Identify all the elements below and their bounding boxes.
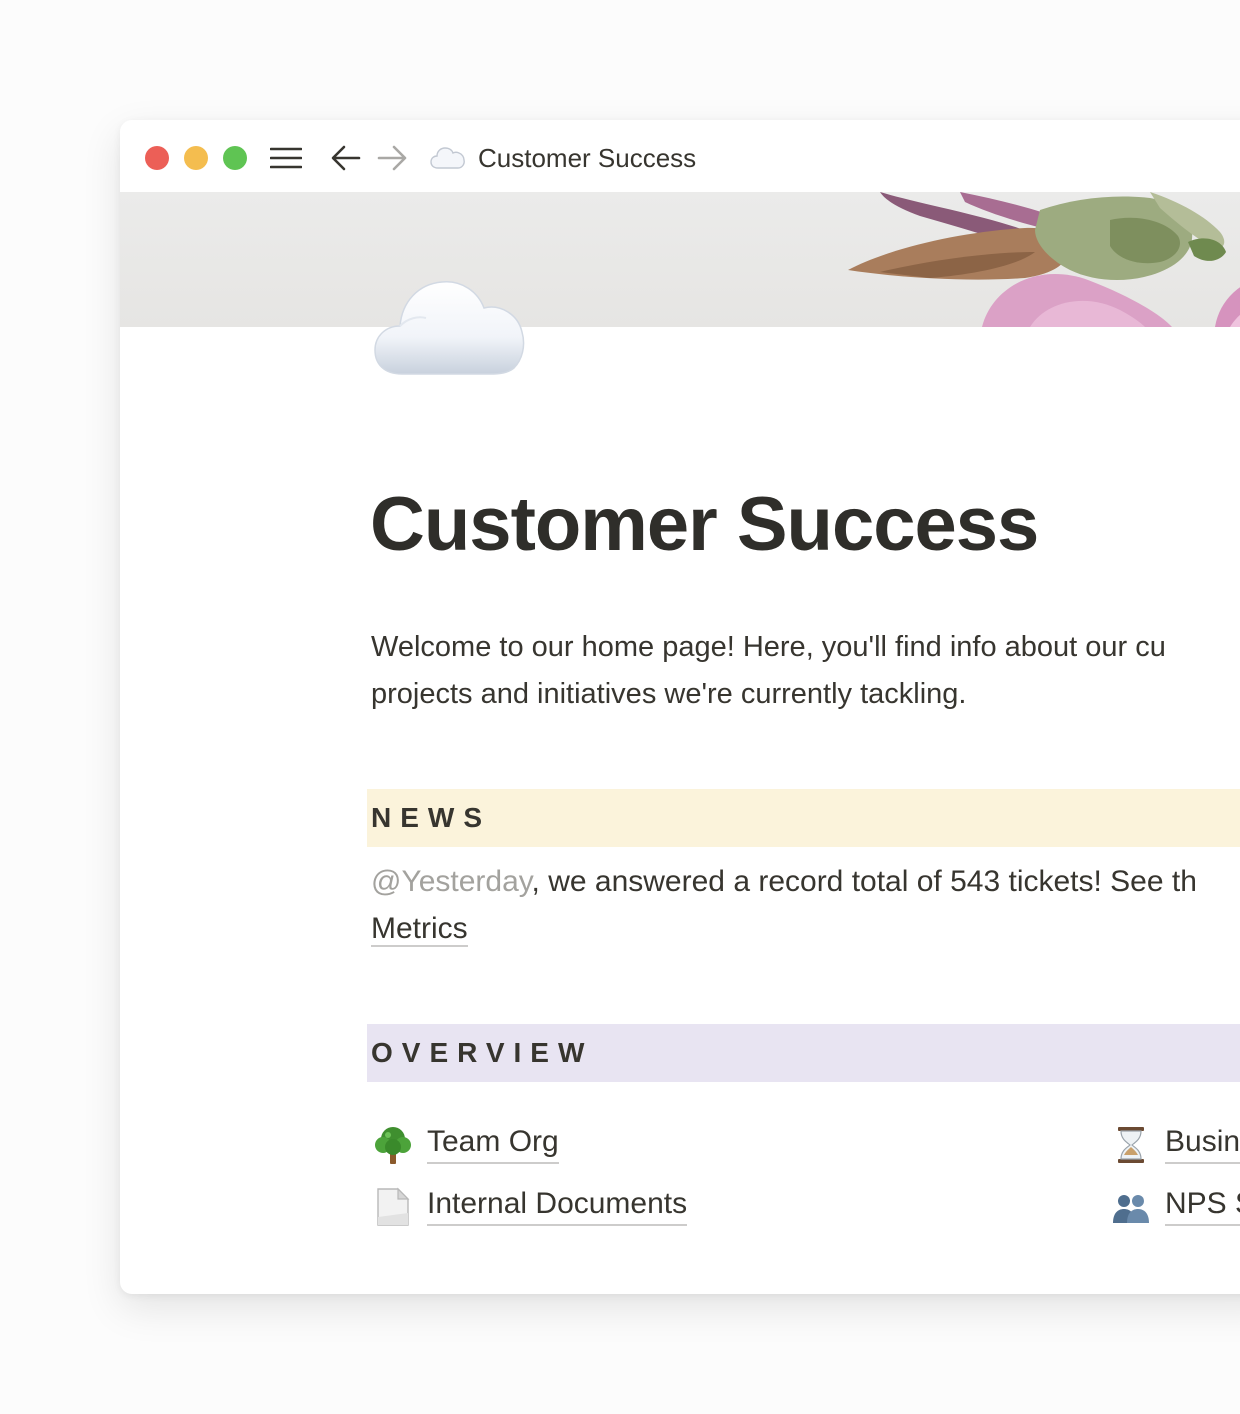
page-title[interactable]: Customer Success [370, 485, 1039, 565]
window-title: Customer Success [478, 143, 697, 173]
intro-line: projects and initiatives we're currently… [371, 678, 967, 710]
news-line: @Yesterday, we answered a record total o… [371, 858, 1240, 905]
news-heading: NEWS [371, 802, 491, 833]
overview-heading-block[interactable]: OVERVIEW [367, 1024, 1240, 1082]
flower-illustration [848, 192, 1240, 327]
title-bar: Customer Success [120, 120, 1240, 192]
people-icon [1113, 1195, 1149, 1223]
cloud-icon[interactable] [372, 274, 526, 378]
cloud-icon [430, 147, 465, 169]
news-heading-block[interactable]: NEWS [367, 789, 1240, 847]
menu-icon[interactable] [270, 142, 302, 174]
overview-link-label: NPS S [1165, 1185, 1240, 1226]
maximize-window-button[interactable] [223, 146, 247, 170]
document-icon [377, 1187, 410, 1226]
minimize-window-button[interactable] [184, 146, 208, 170]
intro-paragraph[interactable]: Welcome to our home page! Here, you'll f… [371, 624, 1240, 718]
back-arrow-icon[interactable] [330, 142, 362, 174]
news-paragraph[interactable]: @Yesterday, we answered a record total o… [371, 858, 1240, 952]
metrics-link[interactable]: Metrics [371, 912, 468, 947]
intro-line: Welcome to our home page! Here, you'll f… [371, 631, 1166, 663]
news-line: Metrics [371, 905, 1240, 952]
overview-link-label: Team Org [427, 1123, 559, 1164]
date-mention[interactable]: @Yesterday [371, 865, 532, 898]
cover-image[interactable] [120, 192, 1240, 327]
close-window-button[interactable] [145, 146, 169, 170]
news-text: , we answered a record total of 543 tick… [531, 865, 1197, 898]
hourglass-icon [1118, 1127, 1144, 1163]
forward-arrow-icon[interactable] [376, 142, 408, 174]
tree-icon [375, 1127, 411, 1164]
overview-link-label: Busin [1165, 1123, 1240, 1164]
overview-heading: OVERVIEW [371, 1037, 594, 1068]
app-window: Customer Success Customer Success Welcom… [120, 120, 1240, 1294]
overview-link-label: Internal Documents [427, 1185, 688, 1226]
